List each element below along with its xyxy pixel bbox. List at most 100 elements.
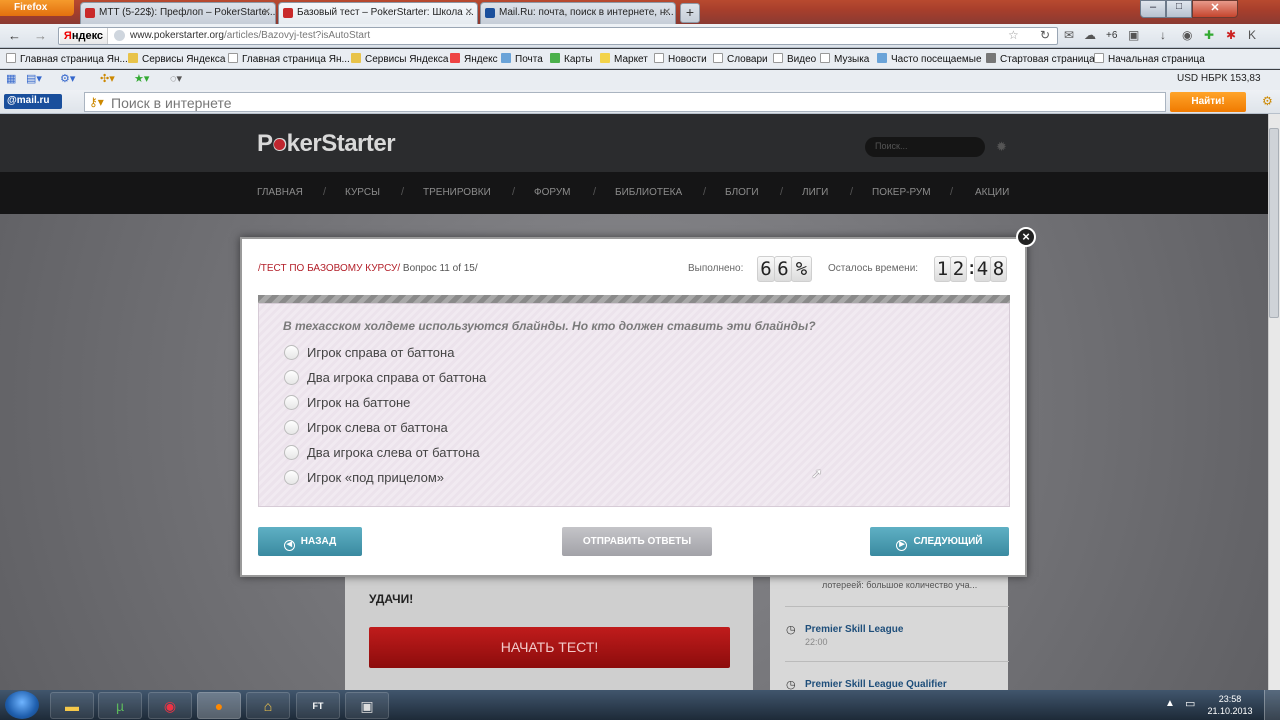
nav-courses[interactable]: КУРСЫ [345,187,380,198]
bookmark-item[interactable]: Видео [773,53,816,65]
url-text[interactable]: www.pokerstarter.org/articles/Bazovyj-te… [130,30,370,41]
bookmark-item[interactable]: Главная страница Ян... [228,53,350,65]
radio-button[interactable] [284,395,299,410]
bookmark-item[interactable]: Словари [713,53,768,65]
mailru-logo[interactable]: @mail.ru [4,94,62,109]
nav-poker-room[interactable]: ПОКЕР-РУМ [872,187,931,198]
bookmark-item[interactable]: Сервисы Яндекса [351,53,448,65]
weather-icon[interactable]: ☁ [1084,28,1096,42]
breadcrumb-course[interactable]: /ТЕСТ ПО БАЗОВОМУ КУРСУ/ [258,263,400,274]
toolbar-star-icon[interactable]: ★▾ [134,72,149,85]
toolbar-app-icon[interactable]: ▦ [6,72,16,85]
scrollbar-thumb[interactable] [1269,128,1279,318]
answer-option[interactable]: Два игрока справа от баттона [284,369,486,387]
chrome-icon[interactable]: ◉ [148,692,192,719]
event-link[interactable]: Premier Skill League Qualifier [805,679,947,690]
news-snippet[interactable]: лотереей: большое количество уча... [822,580,977,590]
option-label[interactable]: Игрок на баттоне [307,395,410,410]
nav-home[interactable]: ГЛАВНАЯ [257,187,303,198]
option-label[interactable]: Игрок «под прицелом» [307,470,444,485]
bookmark-item[interactable]: Начальная страница [1094,53,1205,65]
answer-option[interactable]: Два игрока слева от баттона [284,444,480,462]
toolbar-page-icon[interactable]: ▤▾ [26,72,42,85]
toolbar-chat-icon[interactable]: ◌▾ [170,72,182,85]
globe-icon[interactable]: ◉ [1182,28,1192,42]
option-label[interactable]: Игрок справа от баттона [307,345,454,360]
start-button[interactable] [5,691,39,719]
submit-answers-button[interactable]: ОТПРАВИТЬ ОТВЕТЫ [562,527,712,556]
back-button[interactable]: ◀ НАЗАД [258,527,362,556]
tab-mtt[interactable]: MTT (5-22$): Префлоп – PokerStarte... ✕ [80,2,276,24]
addon-green-icon[interactable]: ✚ [1204,28,1214,42]
bookmark-item[interactable]: Маркет [600,53,648,65]
settings-gear-icon[interactable]: ⚙ [1262,94,1273,108]
app-window-icon[interactable]: ▣ [345,692,389,719]
yandex-button[interactable]: Яндекс [60,28,108,44]
answer-option[interactable]: Игрок справа от баттона [284,344,454,362]
back-arrow-icon[interactable]: ← [8,28,21,43]
start-test-button[interactable]: НАЧАТЬ ТЕСТ! [369,627,730,668]
tab-mailru[interactable]: Mail.Ru: почта, поиск в интернете, н... … [480,2,676,24]
explorer-icon[interactable]: ▬ [50,692,94,719]
search-input[interactable]: ⚷▾ Поиск в интернете [84,92,1166,112]
site-identity-icon[interactable] [114,30,125,41]
radio-button[interactable] [284,470,299,485]
radio-button[interactable] [284,345,299,360]
bookmark-item[interactable]: Яндекс [450,53,498,65]
radio-button[interactable] [284,370,299,385]
answer-option[interactable]: Игрок «под прицелом» [284,469,444,487]
nav-forum[interactable]: ФОРУМ [534,187,571,198]
toolbar-tools-icon[interactable]: ⚙▾ [60,72,75,85]
minimize-icon[interactable]: – [1140,0,1166,18]
toolbar-people-icon[interactable]: ✣▾ [100,72,115,85]
addon-k-icon[interactable]: K [1248,28,1256,42]
home-icon[interactable]: ⌂ [246,692,290,719]
tray-network-icon[interactable]: ▭ [1185,697,1195,710]
close-window-icon[interactable]: ✕ [1192,0,1238,18]
bookmark-item[interactable]: Часто посещаемые [877,53,982,65]
site-search-input[interactable]: Поиск... [865,137,985,157]
addon-red-icon[interactable]: ✱ [1226,28,1236,42]
answer-option[interactable]: Игрок слева от баттона [284,419,448,437]
downloads-icon[interactable]: ↓ [1160,28,1166,42]
system-clock[interactable]: 23:58 21.10.2013 [1205,693,1255,717]
bookmark-item[interactable]: Стартовая страница [986,53,1095,65]
reload-icon[interactable]: ↻ [1040,28,1050,42]
fulltilt-icon[interactable]: FT [296,692,340,719]
firefox-menu-button[interactable]: Firefox [0,0,74,16]
radio-button[interactable] [284,420,299,435]
answer-option[interactable]: Игрок на баттоне [284,394,410,412]
bookmark-item[interactable]: Карты [550,53,593,65]
bookmark-item[interactable]: Новости [654,53,707,65]
close-modal-button[interactable]: × [1016,227,1036,247]
firefox-icon[interactable]: ● [197,692,241,719]
bookmark-item[interactable]: Почта [501,53,543,65]
bookmark-item[interactable]: Главная страница Ян... [6,53,128,65]
tab-basic-test[interactable]: Базовый тест – PokerStarter: Школа ... ✕ [278,2,478,24]
bookmark-item[interactable]: Сервисы Яндекса [128,53,225,65]
option-label[interactable]: Игрок слева от баттона [307,420,448,435]
mail-icon[interactable]: ✉ [1064,28,1074,42]
bookmark-star-icon[interactable]: ☆ [1008,28,1019,42]
close-tab-icon[interactable]: ✕ [465,7,473,18]
utorrent-icon[interactable]: µ [98,692,142,719]
nav-promotions[interactable]: АКЦИИ [975,187,1009,198]
nav-library[interactable]: БИБЛИОТЕКА [615,187,682,198]
tray-arrow-icon[interactable]: ▲ [1165,698,1175,709]
nav-trainings[interactable]: ТРЕНИРОВКИ [423,187,491,198]
find-button[interactable]: Найти! [1170,92,1246,112]
option-label[interactable]: Два игрока справа от баттона [307,370,486,385]
show-desktop-button[interactable] [1264,690,1280,720]
maximize-icon[interactable]: □ [1166,0,1192,18]
next-button[interactable]: ▶ СЛЕДУЮЩИЙ [870,527,1009,556]
close-tab-icon[interactable]: ✕ [263,7,271,18]
nav-leagues[interactable]: ЛИГИ [802,187,828,198]
site-settings-icon[interactable]: ✹ [996,139,1007,155]
forward-arrow-icon[interactable]: → [34,28,47,43]
nav-blogs[interactable]: БЛОГИ [725,187,759,198]
close-tab-icon[interactable]: ✕ [663,7,671,18]
addon-icon[interactable]: ▣ [1128,28,1139,42]
new-tab-button[interactable]: + [680,3,700,23]
option-label[interactable]: Два игрока слева от баттона [307,445,480,460]
radio-button[interactable] [284,445,299,460]
